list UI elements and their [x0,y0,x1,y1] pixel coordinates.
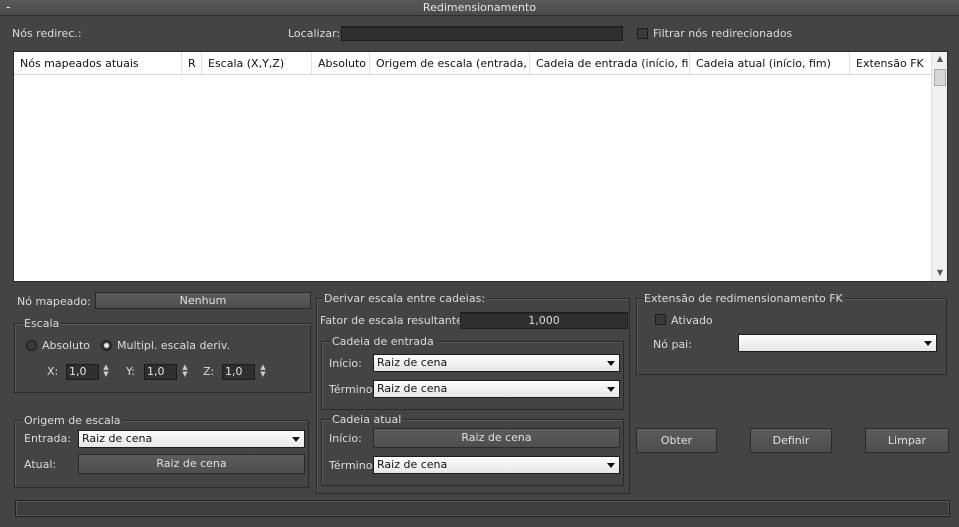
z-scale-input[interactable]: 1,0 [222,364,255,380]
scale-origin-input-label: Entrada: [24,432,71,445]
input-chain-end-dropdown[interactable]: Raiz de cena [373,380,620,398]
chevron-down-icon [607,361,615,366]
mapped-node-label: Nó mapeado: [17,295,91,308]
col-current-chain[interactable]: Cadeia atual (início, fim) [690,52,850,75]
input-chain-start-label: Início: [329,357,362,370]
find-label: Localizar: [288,27,341,40]
absolute-radio[interactable] [26,340,37,351]
current-chain-end-dropdown[interactable]: Raiz de cena [373,456,620,474]
chevron-down-icon [607,387,615,392]
scroll-up-icon[interactable]: ▲ [932,54,948,63]
input-chain-start-dropdown[interactable]: Raiz de cena [373,354,620,372]
input-chain-start-value: Raiz de cena [377,356,448,369]
chevron-down-icon [292,437,300,442]
current-chain-title: Cadeia atual [330,413,404,426]
current-chain-end-value: Raiz de cena [377,458,448,471]
filter-redirected-label: Filtrar nós redirecionados [653,27,793,40]
col-input-chain[interactable]: Cadeia de entrada (início, fim) [530,52,690,75]
fk-enabled-label: Ativado [671,314,713,327]
find-input[interactable] [341,26,623,41]
get-button[interactable]: Obter [636,428,717,453]
scale-origin-current-label: Atual: [24,458,57,471]
status-bar [15,500,950,517]
current-chain-end-label: Término: [329,459,377,472]
scale-group [14,323,311,393]
z-spinner-icon[interactable]: ▲ ▼ [258,364,268,380]
mapped-nodes-table[interactable]: Nós mapeados atuais R Escala (X,Y,Z) Abs… [13,51,948,282]
current-chain-start-label: Início: [329,432,362,445]
scroll-thumb[interactable] [934,69,946,86]
table-header: Nós mapeados atuais R Escala (X,Y,Z) Abs… [14,52,931,75]
input-chain-end-value: Raiz de cena [377,382,448,395]
scale-group-title: Escala [22,317,62,330]
chevron-down-icon [607,463,615,468]
col-scale-origin[interactable]: Origem de escala (entrada, ... [370,52,530,75]
y-label: Y: [126,365,135,378]
parent-node-label: Nó pai: [653,338,692,351]
x-label: X: [47,365,59,378]
input-chain-group [321,341,624,410]
col-absolute[interactable]: Absoluto [312,52,370,75]
parent-node-dropdown[interactable] [738,334,937,352]
mapped-node-button[interactable]: Nenhum [95,292,311,309]
col-current-mapped-nodes[interactable]: Nós mapeados atuais [14,52,182,75]
scale-origin-input-dropdown[interactable]: Raiz de cena [78,430,305,448]
col-r[interactable]: R [182,52,202,75]
derive-scale-title: Derivar escala entre cadeias: [322,292,488,305]
y-spinner-icon[interactable]: ▲ ▼ [180,364,190,380]
filter-redirected-checkbox[interactable] [637,28,648,39]
x-scale-input[interactable]: 1,0 [66,364,99,380]
x-spinner-icon[interactable]: ▲ ▼ [101,364,111,380]
fk-enabled-checkbox[interactable] [655,314,666,325]
current-chain-start-button[interactable]: Raiz de cena [373,428,620,448]
col-fk-extension[interactable]: Extensão FK [850,52,931,75]
col-scale-xyz[interactable]: Escala (X,Y,Z) [202,52,312,75]
y-scale-input[interactable]: 1,0 [144,364,177,380]
chevron-down-icon [924,341,932,346]
redirected-nodes-label: Nós redirec.: [12,27,82,40]
clear-button[interactable]: Limpar [865,428,949,453]
input-chain-title: Cadeia de entrada [330,335,436,348]
z-label: Z: [203,365,215,378]
table-scrollbar[interactable]: ▲ ▼ [931,52,947,281]
scale-origin-current-button[interactable]: Raiz de cena [78,454,305,474]
title-bar: - Redimensionamento [0,0,959,16]
absolute-radio-label: Absoluto [42,339,91,352]
scale-origin-input-value: Raiz de cena [82,432,153,445]
set-button[interactable]: Definir [750,428,832,453]
scale-factor-label: Fator de escala resultante: [320,314,467,327]
input-chain-end-label: Término: [329,383,377,396]
panel-title: Redimensionamento [422,1,537,14]
scale-factor-value: 1,000 [460,312,628,329]
fk-extension-title: Extensão de redimensionamento FK [642,292,845,305]
mult-derived-scale-label: Multipl. escala deriv. [117,339,230,352]
scale-origin-title: Origem de escala [22,414,123,427]
scroll-down-icon[interactable]: ▼ [932,268,948,277]
mult-derived-scale-radio[interactable] [101,340,112,351]
